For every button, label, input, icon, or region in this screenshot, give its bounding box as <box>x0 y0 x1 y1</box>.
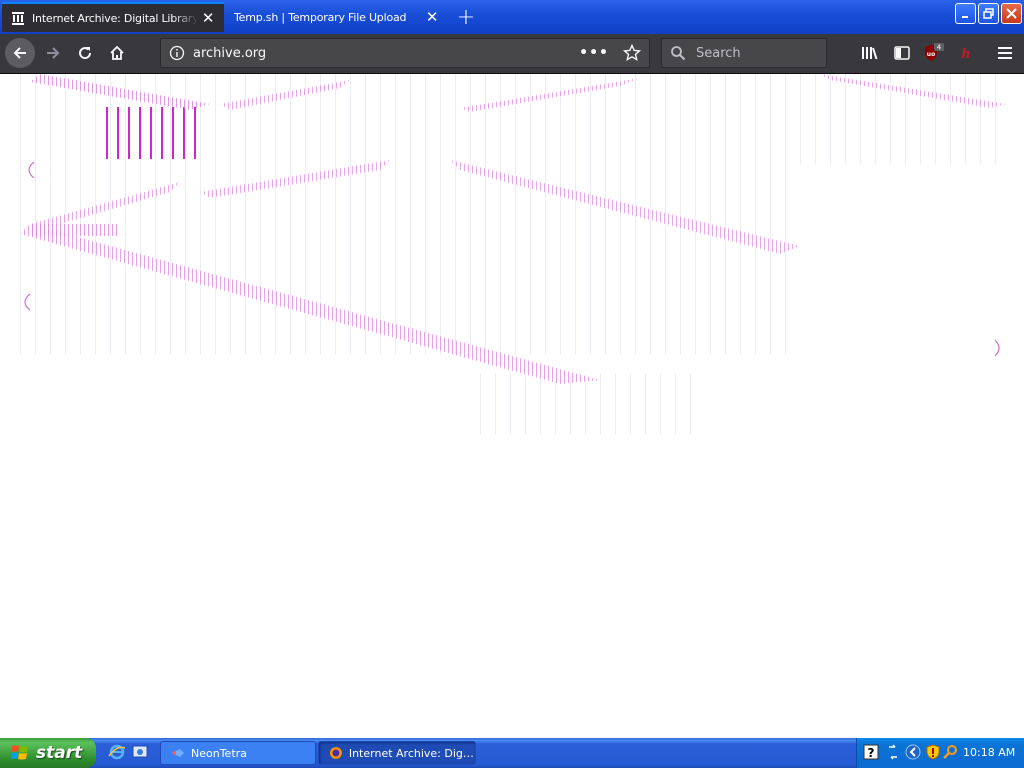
security-shield-icon[interactable] <box>925 744 941 760</box>
hypothesis-icon: h <box>959 46 973 61</box>
firefox-icon <box>329 747 342 759</box>
url-bar[interactable]: archive.org ••• <box>160 38 650 68</box>
bookmark-star-icon[interactable] <box>623 44 641 62</box>
close-tab-icon[interactable]: ✕ <box>422 7 442 27</box>
info-icon[interactable] <box>169 45 185 61</box>
hamburger-menu-icon <box>998 47 1012 59</box>
start-button[interactable]: start <box>0 738 96 768</box>
navigation-toolbar: archive.org ••• uo 4 <box>0 34 1024 74</box>
tab-strip: Internet Archive: Digital Library of Fre… <box>0 0 1024 34</box>
render-artifact <box>20 74 1006 384</box>
reload-button[interactable] <box>71 39 99 67</box>
taskbar-item-label: Internet Archive: Digi... <box>348 746 475 760</box>
forward-arrow-icon <box>47 47 60 59</box>
neontetra-icon <box>172 749 184 757</box>
close-tab-icon[interactable]: ✕ <box>198 8 218 28</box>
minimize-button[interactable] <box>955 3 976 24</box>
back-arrow-icon <box>13 47 26 59</box>
clock: 10:18 AM <box>963 746 1016 759</box>
hypothesis-button[interactable]: h <box>952 39 980 67</box>
page-actions-icon[interactable]: ••• <box>579 45 609 61</box>
tab-title: Internet Archive: Digital Library of Fre… <box>32 11 198 25</box>
close-window-button[interactable] <box>1001 3 1022 24</box>
new-tab-button[interactable]: + <box>452 4 480 30</box>
ublock-origin-button[interactable]: uo 4 <box>920 39 948 67</box>
page-content <box>0 74 1024 738</box>
url-text[interactable]: archive.org <box>193 46 579 61</box>
search-tray-icon[interactable] <box>943 744 959 760</box>
home-icon <box>110 45 124 60</box>
ublock-shield-icon: uo 4 <box>925 43 944 61</box>
start-label: start <box>36 743 83 763</box>
restore-button[interactable] <box>978 3 999 24</box>
back-button[interactable] <box>5 38 35 68</box>
internet-explorer-icon[interactable] <box>108 743 126 761</box>
taskbar-item-neontetra[interactable]: NeonTetra <box>160 741 316 765</box>
tab-internet-archive[interactable]: Internet Archive: Digital Library of Fre… <box>2 2 224 32</box>
network-icon[interactable] <box>885 744 901 760</box>
tab-temp-sh[interactable]: Temp.sh | Temporary File Upload ✕ <box>224 2 448 32</box>
help-icon[interactable]: ? <box>863 744 879 760</box>
svg-text:uo: uo <box>927 51 935 58</box>
menu-button[interactable] <box>991 39 1019 67</box>
home-button[interactable] <box>103 39 131 67</box>
reload-icon <box>79 47 92 60</box>
forward-button[interactable] <box>39 39 67 67</box>
library-button[interactable] <box>856 39 884 67</box>
search-bar[interactable] <box>661 38 827 68</box>
tab-title: Temp.sh | Temporary File Upload <box>234 10 407 24</box>
search-input[interactable] <box>694 44 818 62</box>
svg-text:h: h <box>961 47 970 61</box>
ublock-badge: 4 <box>937 44 942 52</box>
search-icon <box>671 46 686 61</box>
taskbar-item-label: NeonTetra <box>191 746 247 760</box>
taskbar: start NeonTetra Internet Archive: Digi..… <box>0 738 1024 768</box>
library-icon <box>862 47 878 60</box>
system-tray: ? 10:18 AM <box>856 738 1024 768</box>
taskbar-item-firefox[interactable]: Internet Archive: Digi... <box>318 741 476 765</box>
chevron-left-icon[interactable] <box>905 744 921 760</box>
windows-logo-icon <box>11 745 28 760</box>
sidebar-icon <box>894 46 910 60</box>
sidebar-button[interactable] <box>888 39 916 67</box>
show-desktop-icon[interactable] <box>131 743 149 761</box>
archive-icon <box>10 10 26 26</box>
svg-text:?: ? <box>868 746 875 760</box>
